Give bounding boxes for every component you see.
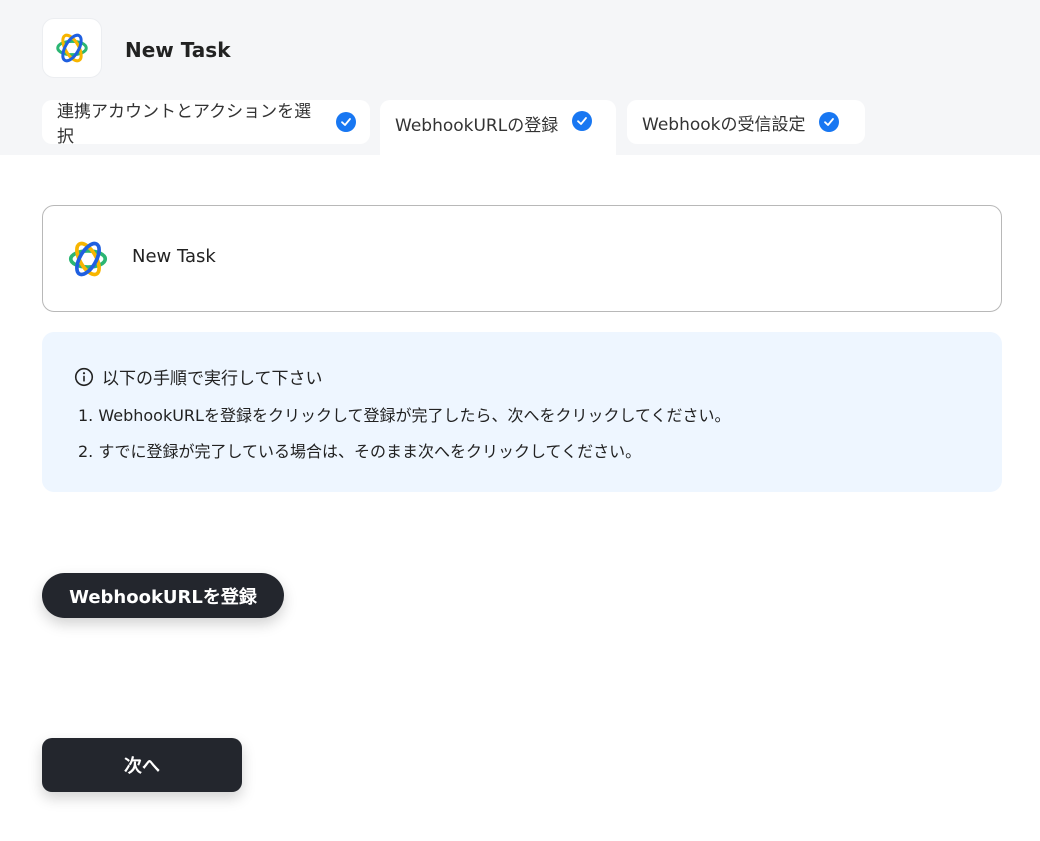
trigger-card: New Task	[42, 205, 1002, 312]
tab-label: Webhookの受信設定	[642, 114, 806, 135]
check-circle-icon	[572, 111, 593, 131]
register-webhook-url-button[interactable]: WebhookURLを登録	[42, 573, 284, 618]
instruction-step: 2. すでに登録が完了している場合は、そのまま次へをクリックしてください。	[78, 442, 642, 461]
app-logo	[42, 18, 102, 78]
ring-logo-icon	[56, 33, 88, 63]
instructions-panel: 以下の手順で実行して下さい 1. WebhookURLを登録をクリックして登録が…	[42, 332, 1002, 492]
tab-select-account-action[interactable]: 連携アカウントとアクションを選択	[42, 100, 370, 147]
tab-webhook-receive-settings[interactable]: Webhookの受信設定	[627, 100, 865, 144]
instructions-title: 以下の手順で実行して下さい	[74, 364, 323, 389]
check-circle-icon	[336, 112, 356, 132]
trigger-name: New Task	[132, 246, 216, 267]
check-circle-icon	[819, 112, 840, 132]
header-bar: New Task 連携アカウントとアクションを選択 WebhookURLの登録 …	[0, 0, 1040, 155]
ring-logo-icon	[68, 241, 108, 277]
instructions-title-text: 以下の手順で実行して下さい	[102, 369, 323, 389]
page-title: New Task	[125, 38, 231, 62]
tab-webhook-url-registration[interactable]: WebhookURLの登録	[380, 100, 616, 155]
tab-label: WebhookURLの登録	[395, 116, 559, 136]
info-icon	[74, 367, 94, 386]
next-button[interactable]: 次へ	[42, 738, 242, 792]
tab-label: 連携アカウントとアクションを選択	[57, 102, 312, 147]
instruction-step: 1. WebhookURLを登録をクリックして登録が完了したら、次へをクリックし…	[78, 406, 731, 425]
